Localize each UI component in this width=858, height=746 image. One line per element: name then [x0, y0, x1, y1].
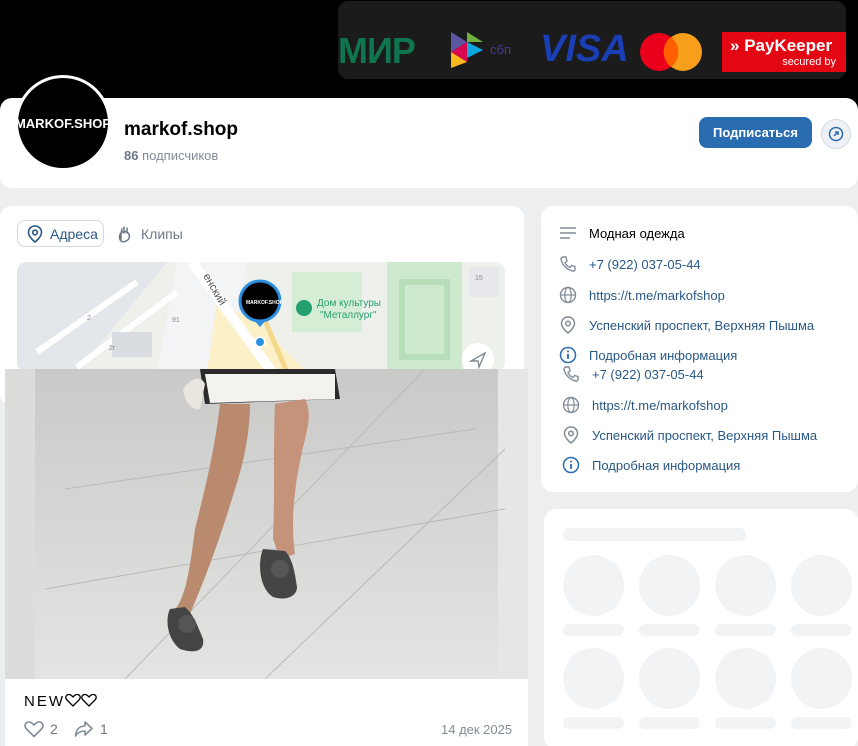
heart-icon: [65, 693, 81, 707]
phone-icon: [559, 255, 577, 273]
heart-icon: [81, 693, 97, 707]
info-link[interactable]: https://t.me/markofshop: [559, 286, 725, 304]
subscribers-count[interactable]: 86 подписчиков: [124, 148, 218, 163]
tab-clips[interactable]: Клипы: [117, 220, 183, 247]
map-label-15: 15: [475, 275, 483, 282]
info-details[interactable]: Подробная информация: [559, 346, 737, 364]
info-category: Модная одежда: [559, 224, 685, 242]
visa-logo: VISA: [540, 28, 629, 70]
map-label-91: 91: [172, 317, 180, 324]
skeleton-title: [563, 528, 746, 541]
mastercard-logo: [639, 32, 703, 77]
map[interactable]: енский 15 2 91 2г Дом культуры "Металлур…: [17, 262, 505, 372]
map-location-dot: [254, 336, 266, 348]
info-details-duplicate[interactable]: Подробная информация: [562, 456, 740, 474]
paykeeper-arrows-icon: »: [730, 36, 740, 55]
poi-icon: [296, 300, 312, 316]
info-icon: [559, 346, 577, 364]
arrow-up-right-icon: [828, 126, 844, 142]
info-phone-duplicate[interactable]: +7 (922) 037-05-44: [562, 365, 704, 383]
post-photo[interactable]: [5, 369, 528, 679]
share-arrow-icon: [74, 721, 93, 737]
tab-addresses[interactable]: Адреса: [17, 220, 104, 247]
map-marker-label: MARKOF.SHOP: [246, 300, 284, 306]
location-pin-icon: [562, 426, 580, 444]
clips-icon: [118, 225, 131, 242]
skeleton-label: [639, 624, 700, 636]
info-address[interactable]: Успенский проспект, Верхняя Пышма: [559, 316, 814, 334]
like-button[interactable]: 2: [24, 720, 58, 738]
sbp-logo: [447, 30, 487, 75]
skeleton-label: [715, 624, 776, 636]
info-address-duplicate[interactable]: Успенский проспект, Верхняя Пышма: [562, 426, 817, 444]
skeleton-avatar: [715, 555, 776, 616]
globe-icon: [562, 396, 580, 414]
skeleton-label: [563, 717, 624, 729]
skeleton-avatar: [791, 555, 852, 616]
info-phone[interactable]: +7 (922) 037-05-44: [559, 255, 701, 273]
post-date: 14 дек 2025: [441, 722, 513, 737]
sbp-label: сбп: [490, 42, 511, 57]
post-text: NEW: [24, 693, 97, 710]
page-title: markof.shop: [124, 119, 239, 140]
map-label-2g: 2г: [109, 345, 116, 352]
skeleton-avatar: [639, 648, 700, 709]
share-button[interactable]: [821, 119, 851, 149]
post-card: [5, 369, 528, 746]
paykeeper-logo: » PayKeeper secured by: [722, 32, 846, 72]
skeleton-avatar: [563, 648, 624, 709]
globe-icon: [559, 286, 577, 304]
info-icon: [562, 456, 580, 474]
share-post-button[interactable]: 1: [74, 720, 108, 738]
mir-logo: МИР: [338, 30, 416, 71]
location-pin-icon: [27, 224, 43, 243]
skeleton-label: [715, 717, 776, 729]
map-poi-line2: "Металлург": [320, 310, 377, 321]
info-link-duplicate[interactable]: https://t.me/markofshop: [562, 396, 728, 414]
skeleton-label: [639, 717, 700, 729]
avatar[interactable]: MARKOF.SHOP: [15, 75, 111, 171]
subscribe-button[interactable]: Подписаться: [699, 117, 812, 148]
location-pin-icon: [559, 316, 577, 334]
map-poi-line1: Дом культуры: [317, 298, 381, 309]
skeleton-label: [563, 624, 624, 636]
heart-icon: [24, 721, 44, 738]
skeleton-avatar: [639, 555, 700, 616]
map-label-2: 2: [87, 315, 91, 322]
skeleton-avatar: [715, 648, 776, 709]
skeleton-avatar: [791, 648, 852, 709]
skeleton-label: [791, 717, 852, 729]
phone-icon: [562, 365, 580, 383]
loading-skeleton-card: [544, 509, 858, 746]
skeleton-avatar: [563, 555, 624, 616]
list-icon: [559, 224, 577, 242]
skeleton-label: [791, 624, 852, 636]
